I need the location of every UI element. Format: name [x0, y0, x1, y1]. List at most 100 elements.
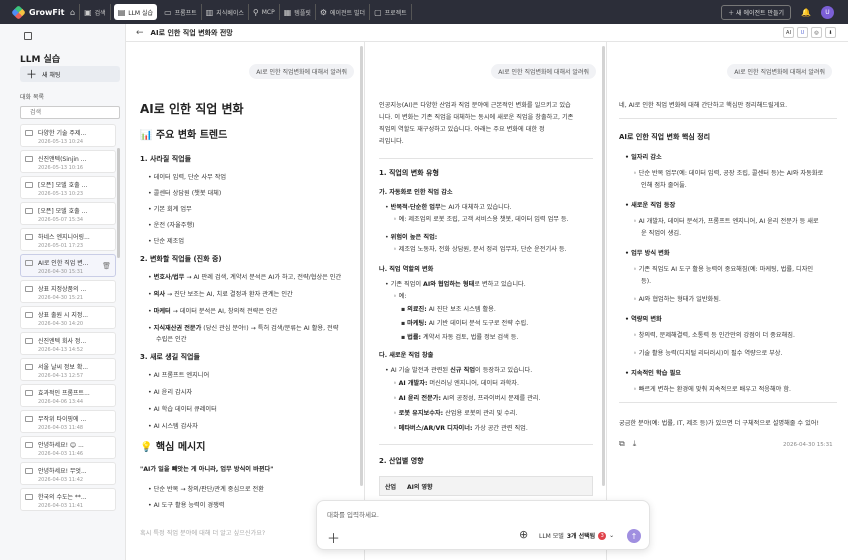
download-icon[interactable]: ⤓: [633, 439, 637, 449]
app-logo[interactable]: GrowFit: [0, 0, 66, 24]
download-icon[interactable]: ⬇: [825, 27, 836, 38]
sidebar-title: LLM 실습: [20, 55, 61, 65]
new-chat-button[interactable]: ＋ 새 채팅: [20, 66, 120, 82]
list-item: • AI 기술 발전과 관련된 신규 직업이 등장하고 있습니다.: [385, 367, 533, 374]
folder-icon: ▢: [374, 7, 382, 17]
chat-bubble-icon: [25, 234, 33, 240]
list-item: • AI 도구 활용 능력이 경쟁력: [148, 502, 225, 509]
panel-scrollbar[interactable]: [360, 46, 363, 486]
list-item: • AI 윤리 감시자: [148, 389, 193, 396]
create-agent-button[interactable]: ＋ 새 에이전트 만들기: [721, 4, 792, 20]
chat-item-date: 2026-04-13 12:57: [38, 373, 84, 379]
user-icon[interactable]: U: [797, 27, 808, 38]
chat-list-item[interactable]: 안녕하세요! 무엇... 2026-04-03 11:42: [20, 462, 116, 485]
chat-list-item[interactable]: 서울 날씨 정보 확... 2026-04-13 12:57: [20, 358, 116, 381]
summary-line: ◦ 단순 반복 업무(예: 데이터 입력, 공장 조립, 콜센터 등)는 AI와…: [633, 170, 824, 177]
chat-list-item[interactable]: AI로 인한 직업 변... 2026-04-30 15:31 🗑: [20, 254, 116, 277]
message-input[interactable]: 대화를 입력하세요.: [327, 509, 379, 519]
back-arrow-icon[interactable]: ←: [136, 28, 144, 38]
chat-list-item[interactable]: [오픈] 모델 호출 ... 2026-05-13 10:23: [20, 176, 116, 199]
user-message: AI로 인한 직업변화에 대해서 알려줘: [491, 64, 596, 79]
section-heading-message: 💡 핵심 메시지: [140, 442, 206, 453]
chat-list-item[interactable]: 다양한 기술 주제... 2026-05-13 10:24: [20, 124, 116, 147]
list-subitem: ◦ AI 개발자: 머신러닝 엔지니어, 데이터 과학자.: [393, 380, 519, 387]
nav-search[interactable]: ▣ 검색: [80, 4, 111, 20]
list-item: • 지식재산권 전문가 (당신 관심 분야!) → 특허 검색/분류는 AI 활…: [148, 325, 339, 332]
summary-group-title: • 업무 방식 변화: [625, 250, 670, 257]
industry-table-header: 산업 AI의 영향: [379, 476, 593, 496]
attach-plus-icon[interactable]: ＋: [327, 528, 340, 547]
divider: [379, 444, 593, 445]
chat-item-title: 하네스 엔지니어링...: [38, 234, 90, 241]
list-subitem: ▪ 마케팅: AI 기반 데이터 분석 도구로 전략 수립.: [401, 320, 529, 327]
logo-icon: [11, 4, 26, 20]
chat-title: AI로 인한 직업 변화와 전망: [150, 28, 233, 37]
trash-icon[interactable]: 🗑: [102, 262, 111, 270]
globe-icon[interactable]: ⊕: [519, 528, 528, 541]
user-message: AI로 인한 직업변화에 대해서 알려줘: [249, 64, 354, 79]
divider: [619, 118, 837, 119]
summary-line: ◦ 빠르게 변하는 환경에 맞춰 지속적으로 배우고 적응해야 함.: [633, 386, 791, 393]
intro-line: 인공지능(AI)은 다양한 산업과 직업 분야에 근본적인 변화를 일으키고 있…: [379, 102, 571, 109]
avatar[interactable]: U: [821, 5, 834, 19]
summary-line: ◦ AI 개발자, 데이터 분석가, 프롬프트 엔지니어, AI 윤리 전문가 …: [633, 218, 819, 225]
nav-project[interactable]: ▢ 프로젝트: [370, 4, 412, 20]
chat-bubble-icon: [25, 130, 33, 136]
chat-item-date: 2026-04-03 11:41: [38, 503, 84, 509]
nav-prompt[interactable]: ▭ 프롬프트: [160, 4, 202, 20]
subheading-automation: 가. 자동화로 인한 직업 감소: [379, 189, 453, 196]
nav-home[interactable]: ⌂: [66, 4, 81, 20]
nav-agent-builder[interactable]: ⚙ 에이전트 빌더: [316, 4, 371, 20]
copy-icon[interactable]: ⧉: [619, 439, 625, 449]
chat-list-item[interactable]: 신진엔텍 회사 정... 2026-04-13 14:52: [20, 332, 116, 355]
nav-mcp[interactable]: ⚲ MCP: [249, 4, 280, 20]
chat-bubble-icon: [25, 494, 33, 500]
subheading-role-change: 나. 직업 역할의 변화: [379, 266, 434, 273]
chat-item-title: 한국의 수도는 **...: [38, 494, 87, 501]
summary-line: ◦ 창의력, 문제해결력, 소통력 등 인간만의 강점이 더 중요해짐.: [633, 332, 795, 339]
chat-list-item[interactable]: 안녕하세요! 😊 ... 2026-04-03 11:46: [20, 436, 116, 459]
send-button[interactable]: ↑: [627, 529, 641, 543]
arrow-up-icon: ↑: [630, 531, 638, 541]
target-icon[interactable]: ◎: [811, 27, 822, 38]
panel-scrollbar[interactable]: [602, 46, 605, 486]
chat-bubble-icon: [25, 312, 33, 318]
chat-list-item[interactable]: 신진앤텍(Sinjin ... 2026-05-13 10:16: [20, 150, 116, 173]
nav-knowledge-base[interactable]: ▥ 지식베이스: [202, 4, 249, 20]
list-subitem: ◦ 메타버스/AR/VR 디자이너: 가상 공간 관련 직업.: [393, 425, 528, 432]
nav-llm-practice[interactable]: ▤ LLM 실습: [113, 4, 158, 20]
chat-item-title: 무작위 타이핑에 ...: [38, 416, 87, 423]
chat-list-item[interactable]: 효과적인 프롬프트... 2026-04-06 13:44: [20, 384, 116, 407]
summary-line: 운 직업이 생김.: [641, 230, 682, 237]
chat-list-item[interactable]: 무작위 타이핑에 ... 2026-04-03 11:48: [20, 410, 116, 433]
chat-list-item[interactable]: 한국의 수도는 **... 2026-04-03 11:41: [20, 488, 116, 511]
list-text: 수립은 인간: [156, 336, 187, 343]
sidebar-toggle-icon[interactable]: [24, 32, 32, 40]
user-message: AI로 인한 직업변화에 대해서 알려줘: [727, 64, 832, 79]
chat-list-item[interactable]: [오픈] 모델 호출 ... 2026-05-07 15:34: [20, 202, 116, 225]
chat-item-date: 2026-04-03 11:48: [38, 425, 84, 431]
chat-search-input[interactable]: [20, 106, 120, 119]
followup-question: 혹시 특정 직업 분야에 대해 더 알고 싶으신가요?: [140, 530, 266, 537]
sidebar-scrollbar[interactable]: [117, 148, 120, 258]
chat-list-item[interactable]: 하네스 엔지니어링... 2026-05-01 17:23: [20, 228, 116, 251]
list-item: • 단순 반복 → 창의/판단/관계 중심으로 전환: [148, 486, 264, 493]
ai-model-icon[interactable]: AI: [783, 27, 794, 38]
subheading-disappearing: 1. 사라질 직업들: [140, 155, 192, 163]
list-item: • 위험이 높은 직업:: [385, 234, 438, 241]
bell-icon[interactable]: 🔔: [801, 8, 811, 17]
chat-header: ← AI로 인한 직업 변화와 전망 AI U ◎ ⬇: [126, 24, 848, 42]
agent-icon: ⚙: [319, 7, 328, 17]
chat-item-title: 신진앤텍(Sinjin ...: [38, 156, 87, 163]
subheading-new-jobs: 3. 새로 생길 직업들: [140, 353, 200, 361]
chat-item-title: 신진엔텍 회사 정...: [38, 338, 87, 345]
subheading-changing: 2. 변화할 직업들 (진화 중): [140, 255, 222, 263]
summary-line: ◦ AI와 협업하는 형태가 일반화됨.: [633, 296, 721, 303]
chat-list-item[interactable]: 상표 지정상품의 ... 2026-04-30 15:21: [20, 280, 116, 303]
model-selector[interactable]: LLM 모델 3개 선택됨 3 ⌄: [539, 531, 614, 540]
list-item: • AI 시스템 감사자: [148, 423, 198, 430]
plus-icon: ＋: [26, 68, 37, 81]
chat-item-title: 효과적인 프롬프트...: [38, 390, 90, 397]
chat-list-item[interactable]: 상표 출원 시 지정... 2026-04-30 14:20: [20, 306, 116, 329]
nav-template[interactable]: ▦ 템플릿: [280, 4, 316, 20]
